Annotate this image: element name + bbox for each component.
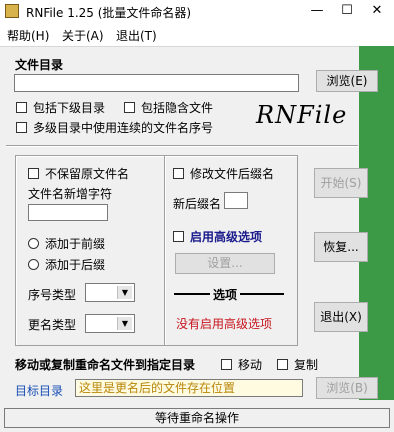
add-after-label: 添加于后缀 bbox=[45, 258, 106, 272]
app-icon bbox=[5, 4, 19, 18]
chevron-down-icon: ▼ bbox=[117, 286, 132, 299]
copy-label: 复制 bbox=[294, 358, 319, 372]
restore-button[interactable]: 恢复... bbox=[314, 232, 368, 262]
include-subdirs-label: 包括下级目录 bbox=[33, 101, 106, 115]
enable-advanced-label: 启用高级选项 bbox=[190, 230, 263, 244]
new-ext-label: 新后缀名 bbox=[173, 197, 222, 211]
multi-dir-seq-checkbox[interactable] bbox=[16, 122, 27, 133]
new-char-label: 文件名新增字符 bbox=[28, 187, 113, 201]
directory-path-input[interactable] bbox=[14, 74, 299, 92]
enable-advanced-checkbox[interactable] bbox=[173, 231, 184, 242]
keep-original-label: 不保留原文件名 bbox=[45, 167, 130, 181]
new-char-input[interactable] bbox=[28, 204, 108, 221]
rename-type-label: 更名类型 bbox=[28, 318, 77, 332]
add-after-radio[interactable] bbox=[28, 259, 39, 270]
keep-original-checkbox[interactable] bbox=[28, 168, 39, 179]
section-divider bbox=[6, 145, 358, 147]
include-hidden-label: 包括隐含文件 bbox=[141, 101, 214, 115]
chevron-down-icon: ▼ bbox=[117, 317, 132, 330]
settings-button[interactable]: 设置... bbox=[175, 253, 275, 274]
decorative-stripe bbox=[359, 46, 394, 400]
target-dir-label: 目标目录 bbox=[15, 384, 64, 398]
status-bar: 等待重命名操作 bbox=[4, 408, 390, 428]
add-before-label: 添加于前缀 bbox=[45, 237, 106, 251]
add-before-radio[interactable] bbox=[28, 238, 39, 249]
maximize-button[interactable]: ☐ bbox=[332, 0, 362, 24]
modify-ext-checkbox[interactable] bbox=[173, 168, 184, 179]
browse-directory-button[interactable]: 浏览(E) bbox=[316, 70, 378, 92]
start-button[interactable]: 开始(S) bbox=[314, 168, 368, 198]
include-subdirs-checkbox[interactable] bbox=[16, 102, 27, 113]
copy-checkbox[interactable] bbox=[277, 359, 288, 370]
menu-exit[interactable]: 退出(T) bbox=[116, 27, 157, 44]
exit-button[interactable]: 退出(X) bbox=[314, 302, 368, 332]
multi-dir-seq-label: 多级目录中使用连续的文件名序号 bbox=[33, 121, 214, 135]
title-bar: RNFile 1.25 (批量文件命名器) — ☐ ✕ bbox=[0, 0, 394, 24]
options-title: 选项 bbox=[210, 286, 241, 303]
menu-help[interactable]: 帮助(H) bbox=[7, 27, 49, 44]
minimize-button[interactable]: — bbox=[302, 0, 332, 24]
directory-label: 文件目录 bbox=[15, 58, 64, 72]
close-button[interactable]: ✕ bbox=[362, 0, 392, 24]
menu-bar: 帮助(H) 关于(A) 退出(T) bbox=[0, 24, 394, 47]
target-dir-input[interactable]: 这里是更名后的文件存在位置 bbox=[75, 379, 303, 397]
rename-type-select[interactable]: ▼ bbox=[85, 314, 135, 333]
advanced-status-text: 没有启用高级选项 bbox=[176, 317, 273, 331]
seq-type-label: 序号类型 bbox=[28, 288, 77, 302]
menu-about[interactable]: 关于(A) bbox=[62, 27, 104, 44]
rnfile-logo: RNFile bbox=[256, 101, 348, 129]
modify-ext-label: 修改文件后缀名 bbox=[190, 167, 275, 181]
new-ext-input[interactable] bbox=[224, 192, 248, 209]
browse-target-button[interactable]: 浏览(B) bbox=[316, 377, 378, 399]
seq-type-select[interactable]: ▼ bbox=[85, 283, 135, 302]
move-copy-label: 移动或复制重命名文件到指定目录 bbox=[15, 358, 196, 372]
move-label: 移动 bbox=[238, 358, 263, 372]
window-title: RNFile 1.25 (批量文件命名器) bbox=[26, 6, 192, 20]
include-hidden-checkbox[interactable] bbox=[124, 102, 135, 113]
move-checkbox[interactable] bbox=[221, 359, 232, 370]
